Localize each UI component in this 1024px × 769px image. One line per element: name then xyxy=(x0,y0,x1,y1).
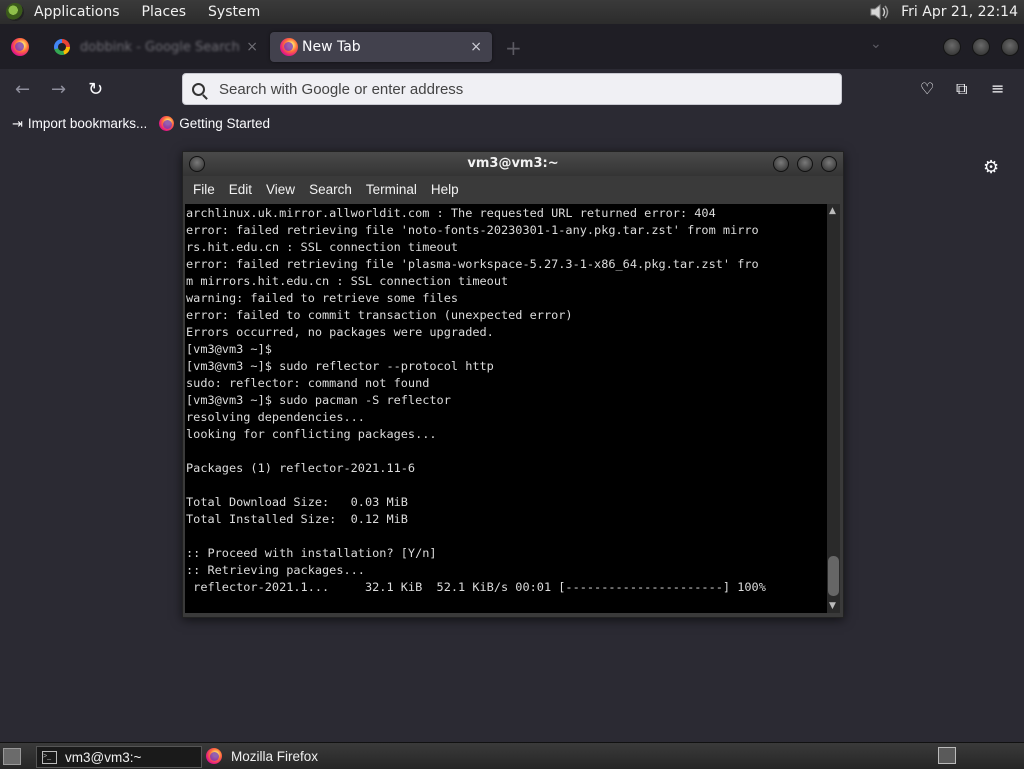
terminal-menu-help[interactable]: Help xyxy=(431,182,459,197)
bookmark-label: Getting Started xyxy=(179,116,271,131)
terminal-output: archlinux.uk.mirror.allworldit.com : The… xyxy=(186,206,766,594)
taskbar-item-terminal[interactable]: >_ vm3@vm3:~ xyxy=(36,746,202,768)
minimize-window-button[interactable] xyxy=(943,38,961,56)
firefox-icon xyxy=(206,748,222,764)
tab-title: dobbink - Google Search xyxy=(80,39,240,55)
navigation-toolbar: ← → ↻ ♡ ⧉ ≡ xyxy=(0,69,1024,109)
terminal-menu-view[interactable]: View xyxy=(266,182,295,197)
tab-google-search[interactable]: dobbink - Google Search × xyxy=(48,32,266,62)
workspace-switcher[interactable] xyxy=(938,747,956,764)
settings-gear-icon[interactable]: ⚙ xyxy=(983,157,999,178)
terminal-menubar: File Edit View Search Terminal Help xyxy=(183,176,843,202)
close-window-button[interactable] xyxy=(1001,38,1019,56)
bookmark-import[interactable]: ⇥ Import bookmarks... xyxy=(12,116,147,132)
list-all-tabs-button[interactable]: ⌄ xyxy=(870,36,882,52)
back-button[interactable]: ← xyxy=(15,79,30,100)
close-tab-icon[interactable]: × xyxy=(470,39,482,55)
terminal-window[interactable]: vm3@vm3:~ File Edit View Search Terminal… xyxy=(182,151,844,618)
import-icon: ⇥ xyxy=(12,115,23,131)
top-panel: Applications Places System Fri Apr 21, 2… xyxy=(0,0,1024,24)
forward-button[interactable]: → xyxy=(51,79,66,100)
tab-new-tab[interactable]: New Tab × xyxy=(270,32,492,62)
taskbar-item-firefox[interactable]: Mozilla Firefox xyxy=(206,746,406,766)
clock[interactable]: Fri Apr 21, 22:14 xyxy=(901,4,1018,20)
taskbar-item-label: vm3@vm3:~ xyxy=(65,749,142,765)
menu-applications[interactable]: Applications xyxy=(34,4,120,20)
tab-strip: dobbink - Google Search × New Tab × + ⌄ xyxy=(0,24,1024,69)
scroll-up-icon[interactable]: ▲ xyxy=(829,206,836,216)
taskbar-item-label: Mozilla Firefox xyxy=(231,748,319,764)
firefox-icon xyxy=(280,38,298,56)
terminal-menu-terminal[interactable]: Terminal xyxy=(366,182,417,197)
menu-places[interactable]: Places xyxy=(142,4,187,20)
address-bar[interactable] xyxy=(182,73,842,105)
terminal-title: vm3@vm3:~ xyxy=(467,156,559,171)
close-tab-icon[interactable]: × xyxy=(246,39,258,55)
volume-icon[interactable] xyxy=(869,2,891,22)
terminal-menu-file[interactable]: File xyxy=(193,182,215,197)
new-tab-button[interactable]: + xyxy=(505,36,522,60)
terminal-maximize-button[interactable] xyxy=(797,156,813,172)
bookmark-getting-started[interactable]: Getting Started xyxy=(159,116,270,131)
distro-logo-icon[interactable] xyxy=(6,3,24,21)
window-menu-button[interactable] xyxy=(189,156,205,172)
pocket-icon[interactable]: ♡ xyxy=(920,79,934,98)
terminal-minimize-button[interactable] xyxy=(773,156,789,172)
reload-button[interactable]: ↻ xyxy=(88,79,103,100)
firefox-view-icon[interactable] xyxy=(11,38,29,56)
bottom-taskbar: >_ vm3@vm3:~ Mozilla Firefox xyxy=(0,742,1024,769)
url-input[interactable] xyxy=(217,79,821,99)
terminal-titlebar[interactable]: vm3@vm3:~ xyxy=(183,152,843,176)
google-icon xyxy=(54,39,70,55)
bookmark-label: Import bookmarks... xyxy=(27,116,148,131)
app-menu-icon[interactable]: ≡ xyxy=(991,79,1004,98)
firefox-icon xyxy=(159,116,175,131)
tab-title: New Tab xyxy=(302,39,361,55)
terminal-icon: >_ xyxy=(42,750,57,764)
terminal-menu-edit[interactable]: Edit xyxy=(229,182,252,197)
terminal-scrollbar[interactable]: ▲ ▼ xyxy=(827,204,840,613)
scroll-down-icon[interactable]: ▼ xyxy=(829,601,836,611)
bookmarks-toolbar: ⇥ Import bookmarks... Getting Started xyxy=(0,109,1024,139)
extensions-icon[interactable]: ⧉ xyxy=(956,79,967,99)
show-desktop-button[interactable] xyxy=(3,748,21,765)
search-icon xyxy=(192,82,205,96)
terminal-menu-search[interactable]: Search xyxy=(309,182,352,197)
scrollbar-thumb[interactable] xyxy=(828,556,839,596)
menu-system[interactable]: System xyxy=(208,4,260,20)
maximize-window-button[interactable] xyxy=(972,38,990,56)
terminal-close-button[interactable] xyxy=(821,156,837,172)
terminal-screen[interactable]: archlinux.uk.mirror.allworldit.com : The… xyxy=(185,204,827,613)
